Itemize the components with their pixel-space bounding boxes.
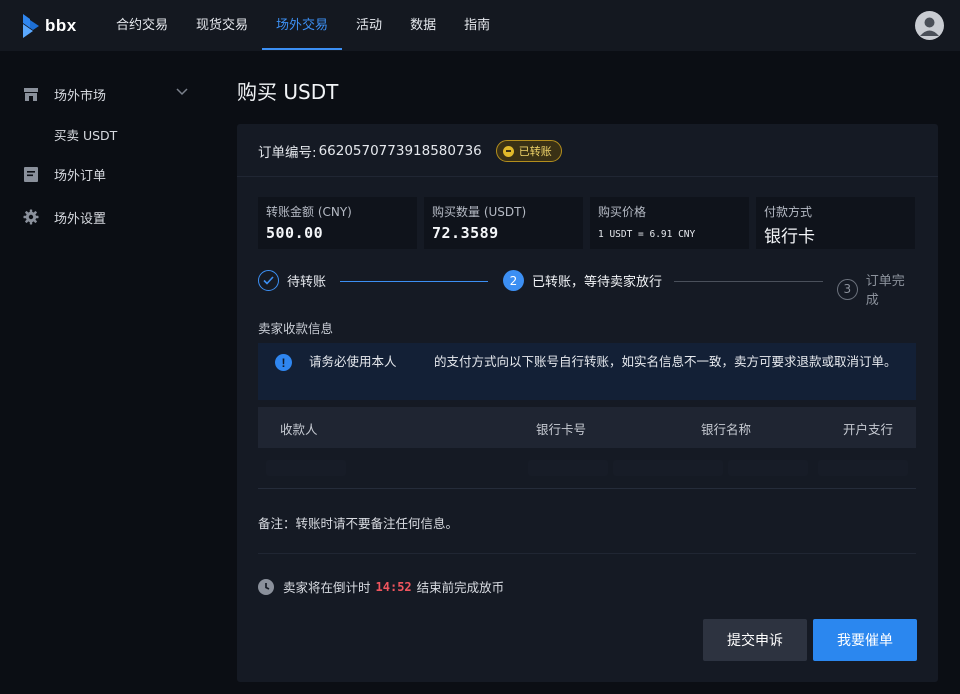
countdown-timer: 14:52 [375, 579, 412, 594]
sidebar: 场外市场 买卖 USDT 场外订单 场外设置 [0, 51, 212, 694]
step-number: 2 [503, 270, 524, 291]
nav-contract-trading[interactable]: 合约交易 [102, 0, 182, 51]
page-title: 购买 USDT [237, 80, 339, 104]
step-connector [674, 281, 823, 282]
status-dot-icon [502, 145, 514, 157]
chevron-down-icon[interactable] [176, 88, 188, 96]
clock-icon [258, 578, 274, 595]
main-nav: 合约交易 现货交易 场外交易 活动 数据 指南 [102, 0, 504, 51]
column-payee: 收款人 [280, 422, 318, 437]
countdown-suffix: 结束前完成放币 [416, 580, 505, 595]
check-icon [258, 270, 279, 291]
redacted-cell [728, 460, 808, 476]
stat-label: 购买数量 (USDT) [432, 205, 527, 219]
nav-otc-trading[interactable]: 场外交易 [262, 0, 343, 51]
notice-text: 请务必使用本人 的支付方式向以下账号自行转账，如实名信息不一致，卖方可要求退款或… [309, 354, 897, 369]
nav-data[interactable]: 数据 [396, 0, 450, 51]
stat-transfer-amount: 转账金额 (CNY) 500.00 [258, 197, 417, 249]
stat-value: 72.3589 [432, 224, 499, 242]
redacted-cell [818, 460, 908, 476]
order-number: 6620570773918580736 [318, 143, 482, 159]
redacted-cell [613, 460, 723, 476]
user-avatar-icon[interactable] [915, 11, 944, 40]
seller-info-label: 卖家收款信息 [258, 321, 334, 336]
step-transferred: 2 已转账，等待卖家放行 [503, 270, 662, 291]
stat-label: 购买价格 [598, 205, 647, 219]
info-icon: ! [275, 354, 292, 371]
progress-steps: 待转账 2 已转账，等待卖家放行 3 订单完成 [258, 270, 917, 308]
redacted-cell [528, 460, 608, 476]
stat-value: 500.00 [266, 224, 324, 242]
payment-notice: ! 请务必使用本人 的支付方式向以下账号自行转账，如实名信息不一致，卖方可要求退… [258, 343, 916, 400]
stat-value: 1 USDT = 6.91 CNY [598, 229, 696, 240]
divider [237, 176, 938, 177]
payee-table-header: 收款人 银行卡号 银行名称 开户支行 [258, 407, 916, 448]
divider [258, 553, 916, 554]
stat-label: 付款方式 [764, 205, 813, 219]
logo-mark-icon [23, 14, 39, 38]
countdown-prefix: 卖家将在倒计时 [283, 580, 371, 595]
urge-order-button[interactable]: 我要催单 [813, 619, 917, 661]
order-icon [23, 166, 39, 182]
nav-guide[interactable]: 指南 [450, 0, 504, 51]
step-pending-transfer: 待转账 [258, 270, 326, 291]
top-navigation-bar: bbx 合约交易 现货交易 场外交易 活动 数据 指南 [0, 0, 960, 51]
column-bank-name: 银行名称 [701, 422, 752, 437]
step-order-complete: 3 订单完成 [837, 270, 917, 308]
sidebar-item-otc-orders[interactable]: 场外订单 [0, 159, 212, 189]
status-badge: 已转账 [495, 140, 562, 162]
step-label: 待转账 [287, 275, 327, 290]
countdown-line: 卖家将在倒计时 14:52 结束前完成放币 [258, 577, 504, 596]
logo-text: bbx [45, 16, 77, 35]
remark-text: 备注：转账时请不要备注任何信息。 [258, 516, 459, 531]
submit-appeal-button[interactable]: 提交申诉 [703, 619, 807, 661]
step-label: 已转账，等待卖家放行 [532, 275, 663, 290]
step-number: 3 [837, 278, 858, 300]
sidebar-item-label: 买卖 USDT [54, 127, 118, 143]
sidebar-item-label: 场外设置 [54, 211, 107, 227]
order-number-label: 订单编号: [258, 145, 317, 161]
stat-payment-method: 付款方式 银行卡 [756, 197, 915, 249]
status-text: 已转账 [518, 145, 552, 158]
stat-buy-price: 购买价格 1 USDT = 6.91 CNY [590, 197, 749, 249]
sidebar-item-label: 场外市场 [54, 88, 107, 104]
nav-activities[interactable]: 活动 [342, 0, 396, 51]
sidebar-item-otc-market[interactable]: 场外市场 [0, 79, 212, 109]
stat-label: 转账金额 (CNY) [266, 205, 352, 219]
table-row [258, 448, 916, 489]
order-card: 订单编号: 6620570773918580736 已转账 转账金额 (CNY)… [237, 124, 938, 682]
redacted-cell [266, 460, 346, 476]
stat-buy-quantity: 购买数量 (USDT) 72.3589 [424, 197, 583, 249]
sidebar-item-label: 场外订单 [54, 168, 107, 184]
bbx-logo[interactable]: bbx [21, 13, 77, 39]
step-connector [340, 281, 488, 282]
column-branch: 开户支行 [843, 422, 894, 437]
sidebar-item-buy-sell-usdt[interactable]: 买卖 USDT [0, 119, 212, 149]
gear-icon [23, 209, 39, 225]
stat-value: 银行卡 [764, 227, 815, 247]
order-number-line: 订单编号: 6620570773918580736 已转账 [258, 140, 562, 162]
sidebar-item-otc-settings[interactable]: 场外设置 [0, 202, 212, 232]
column-card-number: 银行卡号 [536, 422, 587, 437]
nav-spot-trading[interactable]: 现货交易 [182, 0, 262, 51]
step-label: 订单完成 [865, 274, 905, 308]
order-stats: 转账金额 (CNY) 500.00 购买数量 (USDT) 72.3589 购买… [258, 197, 915, 249]
store-icon [23, 86, 39, 102]
